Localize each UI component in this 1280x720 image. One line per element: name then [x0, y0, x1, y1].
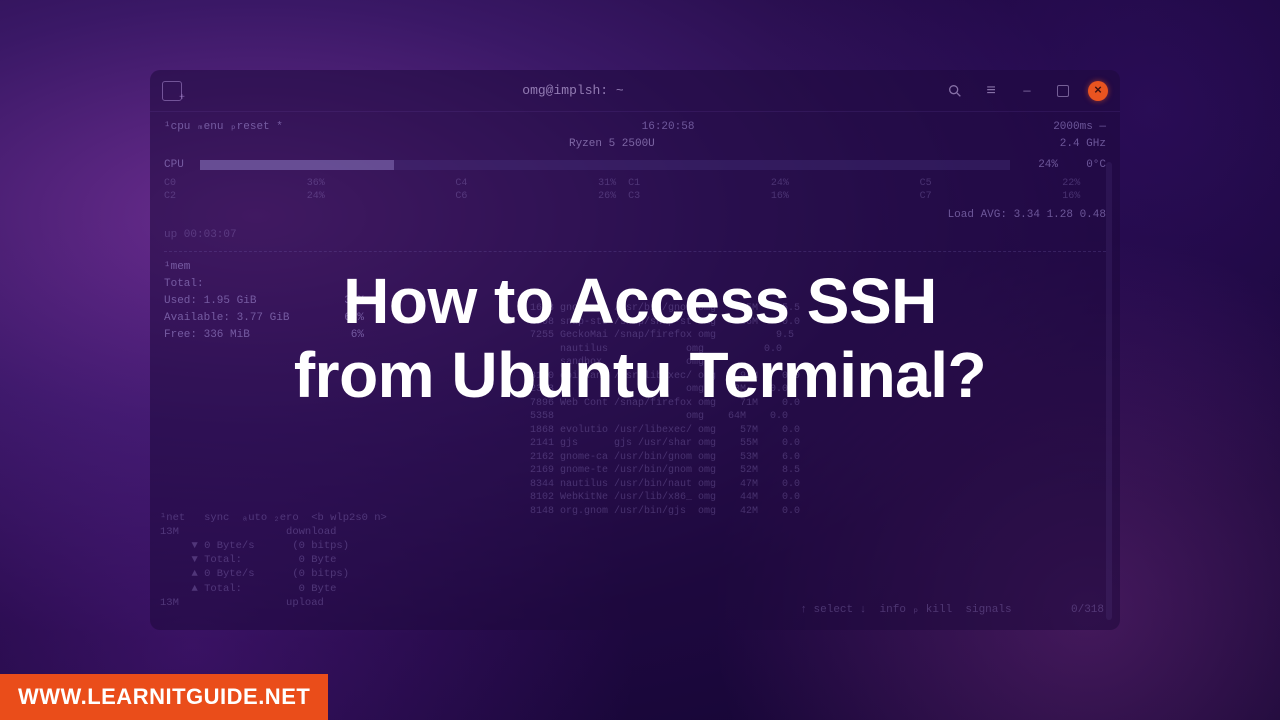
net-line: 13M download [160, 525, 387, 539]
core-pct: 16% [771, 190, 789, 204]
headline-line-2: from Ubuntu Terminal? [0, 339, 1280, 413]
core-name: C6 [455, 190, 467, 204]
net-line: ▲ 0 Byte/s (0 bitps) [160, 567, 387, 581]
load-average: Load AVG: 3.34 1.28 0.48 [164, 208, 1106, 223]
core-name: C3 [628, 190, 640, 204]
search-button[interactable] [944, 80, 966, 102]
watermark-badge: WWW.LEARNITGUIDE.NET [0, 674, 328, 720]
close-button[interactable] [1088, 81, 1108, 101]
cpu-model: Ryzen 5 2500U [569, 137, 655, 152]
titlebar-right [944, 80, 1108, 102]
clock: 16:20:58 [642, 120, 695, 135]
table-row: 8148 org.gnom /usr/bin/gjs omg 42M 0.0 [530, 505, 800, 519]
core-pct: 16% [1062, 190, 1080, 204]
core-row: C1 24% C5 22% [628, 177, 1080, 191]
cpu-bar-fill [200, 160, 394, 170]
hamburger-menu-button[interactable] [980, 80, 1002, 102]
core-name: C1 [628, 177, 640, 191]
table-row: 2169 gnome-te /usr/bin/gnom omg 52M 8.5 [530, 464, 800, 478]
cpu-total-bar: CPU 24% 0°C [164, 158, 1106, 173]
core-row: C0 36% C4 31% [164, 177, 616, 191]
core-pct: 36% [307, 177, 325, 191]
net-line: ▼ 0 Byte/s (0 bitps) [160, 539, 387, 553]
footer-hint: ↑ select ↓ info ₚ kill signals 0/318 [800, 603, 1104, 618]
maximize-icon [1057, 85, 1069, 97]
minimize-button[interactable] [1016, 80, 1038, 102]
cpu-cores: C0 36% C4 31% C1 24% C5 22% C2 24% C6 26% C3 16% C7… [164, 177, 1106, 204]
top-header-row: ¹cpu ₘenu ₚreset * 16:20:58 2000ms — [164, 120, 1106, 135]
table-row: 2162 gnome-ca /usr/bin/gnom omg 53M 6.0 [530, 451, 800, 465]
table-row: 8344 nautilus /usr/bin/naut omg 47M 0.0 [530, 478, 800, 492]
core-row: C3 16% C7 16% [628, 190, 1080, 204]
refresh-rate: 2000ms — [1053, 120, 1106, 135]
cpu-pct: 24% [1018, 158, 1058, 173]
core-row: C2 24% C6 26% [164, 190, 616, 204]
headline-line-1: How to Access SSH [0, 265, 1280, 339]
new-tab-icon[interactable] [162, 81, 182, 101]
article-headline: How to Access SSH from Ubuntu Terminal? [0, 265, 1280, 412]
core-name: C0 [164, 177, 176, 191]
uptime: up 00:03:07 [164, 228, 1106, 243]
cpu-freq: 2.4 GHz [1060, 137, 1106, 156]
search-icon [947, 83, 963, 99]
window-title: omg@implsh: ~ [202, 83, 944, 98]
net-line: ▼ Total: 0 Byte [160, 553, 387, 567]
net-header: ¹net sync ₐuto ₂ero <b wlp2s0 n> [160, 511, 387, 525]
core-name: C5 [920, 177, 932, 191]
core-pct: 24% [307, 190, 325, 204]
cpu-temp: 0°C [1066, 158, 1106, 173]
cpu-bar-track [200, 160, 1010, 170]
core-name: C7 [920, 190, 932, 204]
core-pct: 31% [598, 177, 616, 191]
table-row: 2141 gjs gjs /usr/shar omg 55M 0.0 [530, 437, 800, 451]
core-pct: 24% [771, 177, 789, 191]
menu-labels: ¹cpu ₘenu ₚreset * [164, 120, 283, 135]
cpu-model-row: Ryzen 5 2500U 2.4 GHz [164, 137, 1106, 156]
cpu-label: CPU [164, 158, 192, 173]
titlebar-left [162, 81, 202, 101]
net-line: 13M upload [160, 596, 387, 610]
net-line: ▲ Total: 0 Byte [160, 582, 387, 596]
net-section: ¹net sync ₐuto ₂ero <b wlp2s0 n> 13M dow… [160, 511, 387, 610]
core-name: C4 [455, 177, 467, 191]
core-pct: 22% [1062, 177, 1080, 191]
maximize-button[interactable] [1052, 80, 1074, 102]
core-name: C2 [164, 190, 176, 204]
table-row: 8102 WebKitNe /usr/lib/x86_ omg 44M 0.0 [530, 491, 800, 505]
table-row: 1868 evolutio /usr/libexec/ omg 57M 0.0 [530, 424, 800, 438]
divider [164, 251, 1106, 252]
core-pct: 26% [598, 190, 616, 204]
window-titlebar: omg@implsh: ~ [150, 70, 1120, 112]
